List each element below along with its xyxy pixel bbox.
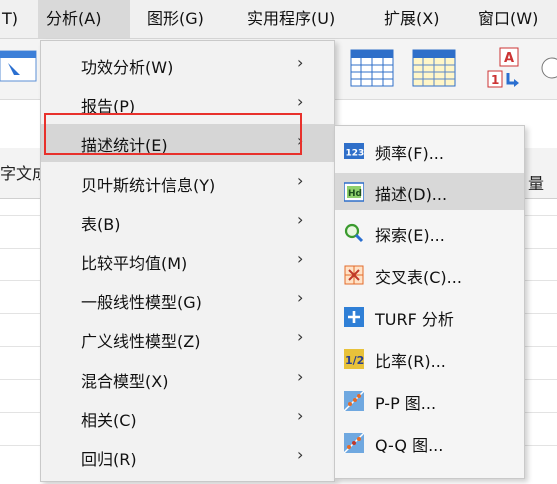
frequencies-icon: 123 (344, 143, 365, 159)
chevron-right-icon: › (297, 249, 304, 268)
submenu-item-descriptives[interactable]: Hd 描述(D)... (335, 173, 524, 210)
submenu-item-pp-plot[interactable]: P-P 图... (335, 382, 524, 419)
chevron-right-icon: › (297, 288, 304, 307)
menu-item-label: 功效分析(W) (81, 58, 174, 77)
submenu-item-label: 频率(F)... (375, 144, 444, 163)
submenu-item-ratio[interactable]: 1/2 比率(R)... (335, 340, 524, 377)
menu-transform[interactable]: T) (2, 0, 18, 38)
descriptives-icon: Hd (344, 182, 364, 202)
chevron-right-icon: › (297, 53, 304, 72)
chevron-right-icon: › (297, 210, 304, 229)
menu-item-label: 回归(R) (81, 450, 137, 469)
chevron-right-icon: › (297, 406, 304, 425)
menu-item-general-linear-model[interactable]: 一般线性模型(G) › (41, 281, 334, 319)
svg-text:A: A (504, 51, 514, 66)
chevron-right-icon: › (297, 92, 304, 111)
menu-item-correlate[interactable]: 相关(C) › (41, 399, 334, 437)
chevron-right-icon: › (297, 327, 304, 346)
chevron-right-icon: › (297, 445, 304, 464)
menu-extensions[interactable]: 扩展(X) (384, 0, 439, 38)
descriptive-statistics-submenu: 123 频率(F)... Hd 描述(D)... 探索(E)... 交叉表(C)… (334, 125, 525, 479)
menu-item-generalized-linear-models[interactable]: 广义线性模型(Z) › (41, 320, 334, 358)
menu-item-power-analysis[interactable]: 功效分析(W) › (41, 46, 334, 84)
submenu-item-label: Q-Q 图... (375, 436, 444, 455)
submenu-item-turf-analysis[interactable]: TURF 分析 (335, 298, 524, 335)
menu-item-label: 表(B) (81, 215, 121, 234)
menu-item-label: 比较平均值(M) (81, 254, 188, 273)
menu-item-label: 混合模型(X) (81, 372, 169, 391)
turf-icon (344, 307, 364, 327)
submenu-item-explore[interactable]: 探索(E)... (335, 214, 524, 251)
chevron-right-icon: › (297, 367, 304, 386)
submenu-item-label: 描述(D)... (375, 185, 448, 204)
menu-item-label: 一般线性模型(G) (81, 293, 202, 312)
ratio-icon: 1/2 (344, 349, 364, 369)
menu-item-label: 广义线性模型(Z) (81, 332, 201, 351)
submenu-item-label: P-P 图... (375, 394, 437, 413)
menu-analyze[interactable]: 分析(A) (38, 0, 130, 38)
pp-plot-icon (344, 391, 364, 411)
menu-item-bayesian-statistics[interactable]: 贝叶斯统计信息(Y) › (41, 164, 334, 202)
svg-text:Hd: Hd (348, 189, 362, 199)
submenu-item-frequencies[interactable]: 123 频率(F)... (335, 132, 524, 169)
data-grid-yellow-icon[interactable] (412, 49, 456, 87)
menu-window[interactable]: 窗口(W) (478, 0, 538, 38)
grid-arrow-icon[interactable] (0, 49, 38, 83)
menu-item-regression[interactable]: 回归(R) › (41, 438, 334, 476)
submenu-item-label: 探索(E)... (375, 226, 445, 245)
svg-text:1: 1 (491, 73, 499, 87)
data-grid-blue-icon[interactable] (350, 49, 394, 87)
explore-icon (344, 223, 364, 243)
submenu-item-qq-plot[interactable]: Q-Q 图... (335, 424, 524, 461)
menu-graphs[interactable]: 图形(G) (147, 0, 204, 38)
circle-icon[interactable] (538, 57, 557, 81)
menu-item-tables[interactable]: 表(B) › (41, 203, 334, 241)
menubar: T) 分析(A) 图形(G) 实用程序(U) 扩展(X) 窗口(W) (0, 0, 557, 39)
menu-item-label: 贝叶斯统计信息(Y) (81, 176, 216, 195)
submenu-item-label: 交叉表(C)... (375, 268, 462, 287)
column-header-right[interactable]: 量 (528, 170, 544, 194)
svg-text:123: 123 (346, 149, 365, 159)
svg-text:1/2: 1/2 (345, 354, 364, 367)
submenu-item-label: TURF 分析 (375, 310, 454, 329)
menu-item-mixed-models[interactable]: 混合模型(X) › (41, 360, 334, 398)
qq-plot-icon (344, 433, 364, 453)
submenu-item-crosstabs[interactable]: 交叉表(C)... (335, 256, 524, 293)
menu-utilities[interactable]: 实用程序(U) (247, 0, 335, 38)
submenu-item-label: 比率(R)... (375, 352, 446, 371)
chevron-right-icon: › (297, 171, 304, 190)
value-labels-icon[interactable]: A 1 (486, 47, 526, 91)
menu-item-compare-means[interactable]: 比较平均值(M) › (41, 242, 334, 280)
analyze-menu: 功效分析(W) › 报告(P) › 描述统计(E) › 贝叶斯统计信息(Y) ›… (40, 40, 335, 482)
menu-item-label: 相关(C) (81, 411, 137, 430)
crosstabs-icon (344, 265, 364, 285)
highlight-box (44, 113, 302, 155)
